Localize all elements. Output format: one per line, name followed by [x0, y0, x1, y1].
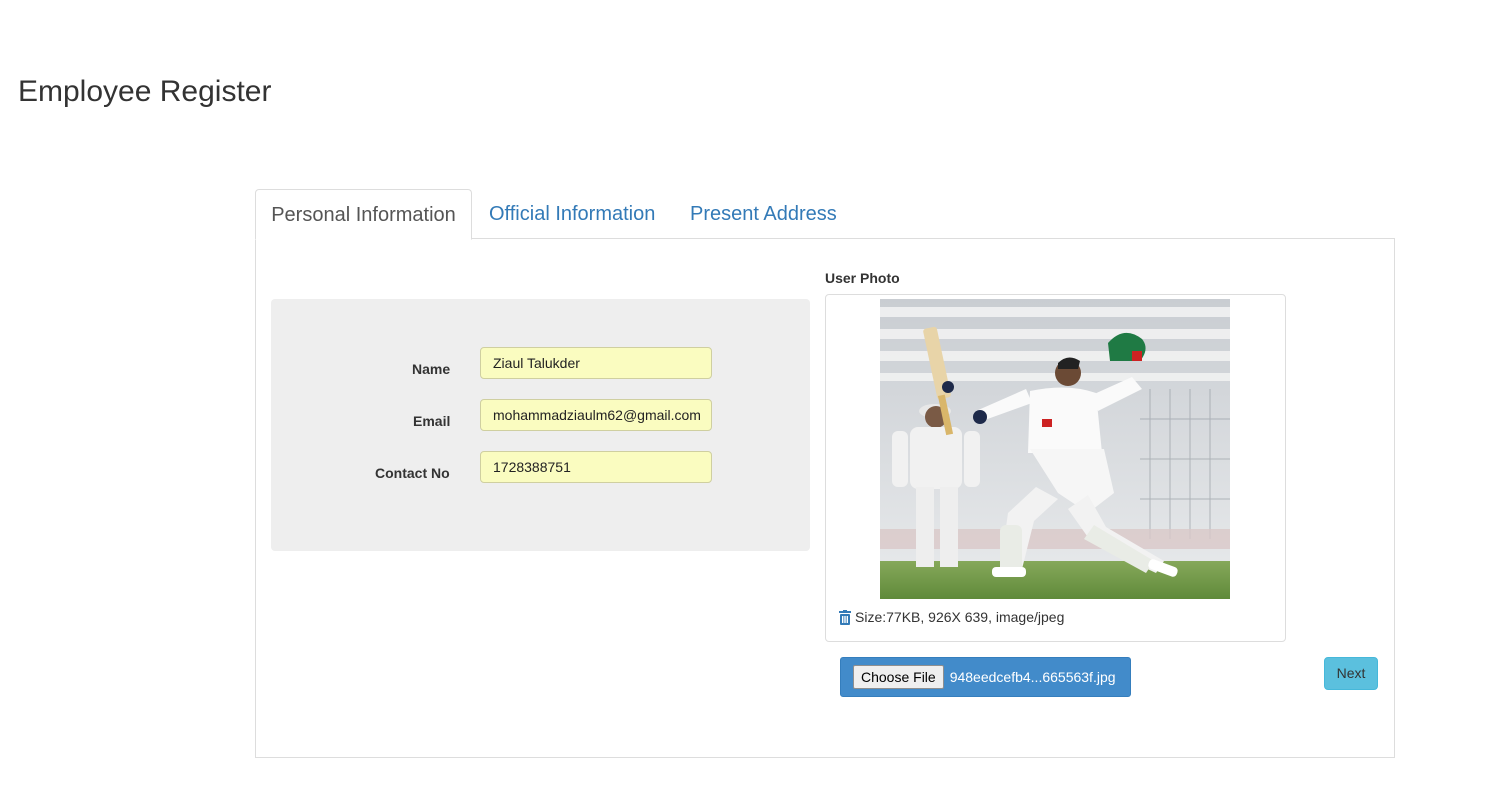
tab-present-address[interactable]: Present Address — [690, 189, 837, 239]
contact-no-label: Contact No — [375, 465, 450, 481]
contact-no-input[interactable] — [480, 451, 712, 483]
tab-bar: Personal Information Official Informatio… — [255, 189, 1395, 240]
user-photo-label: User Photo — [825, 270, 900, 286]
selected-file-name: 948eedcefb4...665563f.jpg — [949, 669, 1116, 685]
name-input[interactable] — [480, 347, 712, 379]
trash-icon[interactable] — [839, 609, 851, 625]
user-photo — [880, 299, 1230, 599]
photo-meta-text: Size:77KB, 926X 639, image/jpeg — [855, 609, 1065, 625]
email-input[interactable] — [480, 399, 712, 431]
email-label: Email — [413, 413, 451, 429]
page-title: Employee Register — [18, 75, 272, 108]
name-label: Name — [412, 361, 451, 377]
photo-meta: Size:77KB, 926X 639, image/jpeg — [839, 609, 1064, 625]
file-upload[interactable]: Choose File 948eedcefb4...665563f.jpg — [840, 657, 1131, 697]
tab-personal-information[interactable]: Personal Information — [255, 189, 472, 240]
choose-file-button[interactable]: Choose File — [853, 665, 944, 689]
next-button[interactable]: Next — [1324, 657, 1378, 690]
tab-official-information[interactable]: Official Information — [489, 189, 655, 239]
